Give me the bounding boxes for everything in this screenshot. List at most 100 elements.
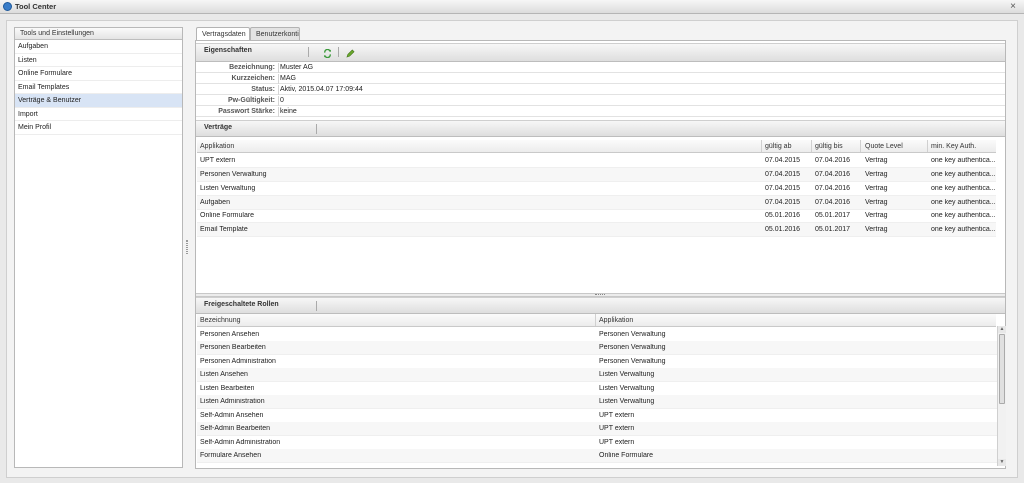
rollen-row[interactable]: Formulare Ansehen Online Formulare [197,449,997,463]
refresh-icon[interactable] [323,49,332,58]
close-icon[interactable]: × [1010,1,1016,12]
cell-applikation: UPT extern [200,157,236,164]
prop-label: Pw-Gültigkeit: [227,97,275,104]
rollen-row[interactable]: Listen Administration Listen Verwaltung [197,395,997,409]
cell-gueltig-ab: 07.04.2015 [765,171,801,178]
cell-quote-level: Vertrag [865,171,888,178]
splitter-grip[interactable] [595,294,605,296]
rollen-row[interactable]: Personen Administration Personen Verwalt… [197,355,997,369]
col-quote-level[interactable]: Quote Level [865,143,903,150]
cell-applikation: Personen Verwaltung [599,358,666,365]
scroll-down-icon[interactable]: ▼ [998,459,1006,466]
vertraege-header: Verträge [196,120,1005,137]
cell-bezeichnung: Personen Bearbeiten [200,344,266,351]
cell-gueltig-ab: 05.01.2016 [765,226,801,233]
cell-gueltig-bis: 05.01.2017 [815,226,851,233]
vertraege-row[interactable]: Online Formulare 05.01.2016 05.01.2017 V… [197,209,996,223]
header-divider [316,124,317,134]
rollen-header: Freigeschaltete Rollen [196,297,1005,314]
cell-bezeichnung: Self-Admin Ansehen [200,412,264,419]
cell-applikation: Listen Verwaltung [599,371,655,378]
nav-item-aufgaben[interactable]: Aufgaben [15,40,182,54]
nav-item-listen[interactable]: Listen [15,54,182,67]
nav-item-email-templates[interactable]: Email Templates [15,81,182,94]
col-applikation[interactable]: Applikation [599,317,633,324]
nav-item-online-formulare[interactable]: Online Formulare [15,67,182,81]
col-gueltig-ab[interactable]: gültig ab [765,143,791,150]
cell-quote-level: Vertrag [865,226,888,233]
prop-label: Status: [251,86,275,93]
rollen-row[interactable]: Personen Ansehen Personen Verwaltung [197,328,997,342]
tab-vertragsdaten[interactable]: Vertragsdaten [196,27,250,40]
prop-row: Kurzzeichen: MAG [196,74,1005,84]
header-divider [338,47,339,57]
section-title: Freigeschaltete Rollen [204,301,279,308]
col-gueltig-bis[interactable]: gültig bis [815,143,843,150]
cell-gueltig-bis: 07.04.2016 [815,171,851,178]
col-divider [761,140,762,152]
cell-gueltig-bis: 07.04.2016 [815,157,851,164]
rollen-row[interactable]: Listen Ansehen Listen Verwaltung [197,368,997,382]
scroll-up-icon[interactable]: ▲ [998,326,1006,333]
prop-value: MAG [280,75,296,82]
vertraege-row[interactable]: Aufgaben 07.04.2015 07.04.2016 Vertrag o… [197,196,996,210]
nav-item-mein-profil[interactable]: Mein Profil [15,121,182,135]
edit-icon[interactable] [346,49,355,58]
vertraege-row[interactable]: Email Template 05.01.2016 05.01.2017 Ver… [197,223,996,237]
cell-min-key-auth: one key authentica... [931,226,996,233]
cell-quote-level: Vertrag [865,199,888,206]
tools-panel: Tools und Einstellungen Aufgaben Listen … [14,27,183,468]
col-divider [860,140,861,152]
vertraege-row[interactable]: UPT extern 07.04.2015 07.04.2016 Vertrag… [197,154,996,168]
col-min-key-auth[interactable]: min. Key Auth. [931,143,976,150]
col-applikation[interactable]: Applikation [200,143,234,150]
rollen-row[interactable]: Self-Admin Ansehen UPT extern [197,409,997,423]
nav-item-vertraege-benutzer[interactable]: Verträge & Benutzer [15,94,182,108]
nav-item-import[interactable]: Import [15,108,182,121]
cell-quote-level: Vertrag [865,212,888,219]
section-title: Eigenschaften [204,47,252,54]
tab-benutzerkonti[interactable]: Benutzerkonti [250,27,300,40]
cell-applikation: UPT extern [599,425,635,432]
prop-divider [278,85,279,95]
cell-bezeichnung: Listen Bearbeiten [200,385,255,392]
prop-row: Passwort Stärke: keine [196,107,1005,117]
rollen-row[interactable]: Personen Bearbeiten Personen Verwaltung [197,341,997,355]
prop-value: keine [280,108,297,115]
cell-applikation: Online Formulare [200,212,255,219]
cell-applikation: Listen Verwaltung [599,385,655,392]
cell-applikation: UPT extern [599,412,635,419]
col-divider [595,314,596,326]
cell-applikation: Listen Verwaltung [599,398,655,405]
header-divider [308,47,309,57]
rollen-row[interactable]: Self-Admin Administration UPT extern [197,436,997,450]
rollen-scrollbar[interactable]: ▲ ▼ [997,326,1006,466]
cell-quote-level: Vertrag [865,157,888,164]
vertraege-row[interactable]: Listen Verwaltung 07.04.2015 07.04.2016 … [197,182,996,196]
cell-gueltig-ab: 07.04.2015 [765,185,801,192]
eigenschaften-header: Eigenschaften [196,43,1005,62]
header-divider [316,301,317,311]
cell-min-key-auth: one key authentica... [931,212,996,219]
cell-gueltig-ab: 07.04.2015 [765,199,801,206]
app-icon [3,2,12,11]
tab-content: Eigenschaften Bezeichnung: Muster AG Kur… [195,40,1006,469]
cell-applikation: Online Formulare [599,452,654,459]
rollen-row[interactable]: Listen Bearbeiten Listen Verwaltung [197,382,997,396]
prop-divider [278,63,279,73]
vertraege-row[interactable]: Personen Verwaltung 07.04.2015 07.04.201… [197,168,996,182]
vertical-splitter[interactable] [186,240,188,254]
scroll-thumb[interactable] [999,334,1005,404]
prop-row: Bezeichnung: Muster AG [196,63,1005,73]
prop-value: 0 [280,97,284,104]
cell-applikation: UPT extern [599,439,635,446]
prop-row: Status: Aktiv, 2015.04.07 17:09:44 [196,85,1005,95]
cell-applikation: Email Template [200,226,248,233]
tools-panel-header: Tools und Einstellungen [15,28,182,40]
cell-quote-level: Vertrag [865,185,888,192]
rollen-row[interactable]: Self-Admin Bearbeiten UPT extern [197,422,997,436]
col-bezeichnung[interactable]: Bezeichnung [200,317,240,324]
cell-min-key-auth: one key authentica... [931,171,996,178]
cell-bezeichnung: Personen Ansehen [200,331,260,338]
cell-bezeichnung: Self-Admin Bearbeiten [200,425,271,432]
